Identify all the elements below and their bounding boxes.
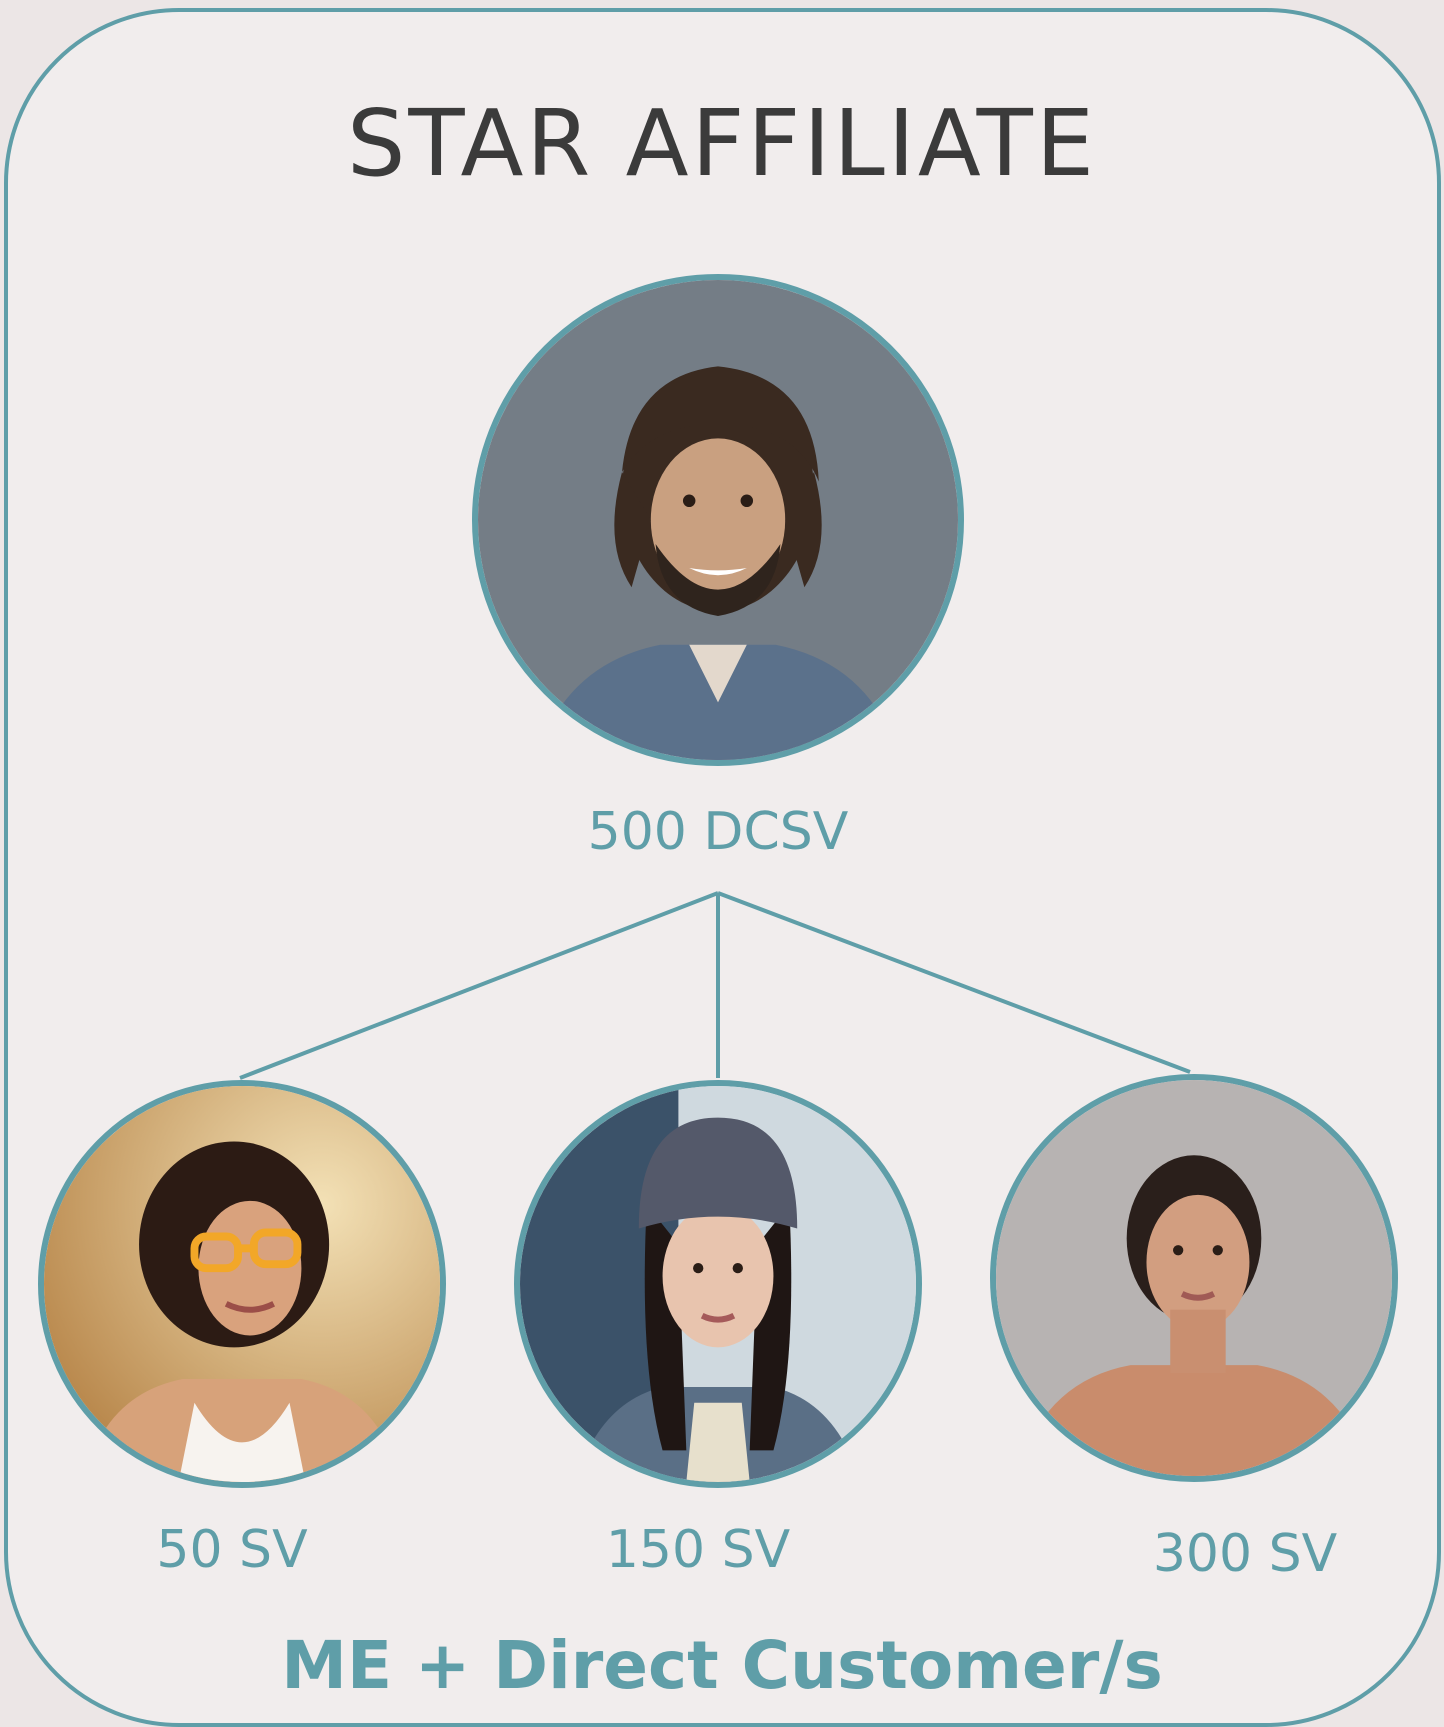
footer-caption: ME + Direct Customer/s bbox=[281, 1627, 1163, 1704]
woman-glasses-avatar bbox=[38, 1080, 446, 1488]
man-portrait-icon bbox=[478, 280, 958, 760]
woman-short-hair-portrait-icon bbox=[996, 1080, 1392, 1476]
connector-right bbox=[717, 891, 1191, 1074]
woman-short-hair-avatar bbox=[990, 1074, 1398, 1482]
woman-beanie-portrait-icon bbox=[520, 1086, 916, 1482]
woman-beanie-avatar bbox=[514, 1080, 922, 1488]
top-value-label: 500 DCSV bbox=[587, 802, 849, 862]
center-value-label: 150 SV bbox=[605, 1520, 791, 1580]
connector-left bbox=[239, 891, 719, 1080]
woman-glasses-portrait-icon bbox=[44, 1086, 440, 1482]
left-value-label: 50 SV bbox=[156, 1520, 308, 1580]
man-portrait-avatar bbox=[472, 274, 964, 766]
right-value-label: 300 SV bbox=[1152, 1524, 1338, 1584]
